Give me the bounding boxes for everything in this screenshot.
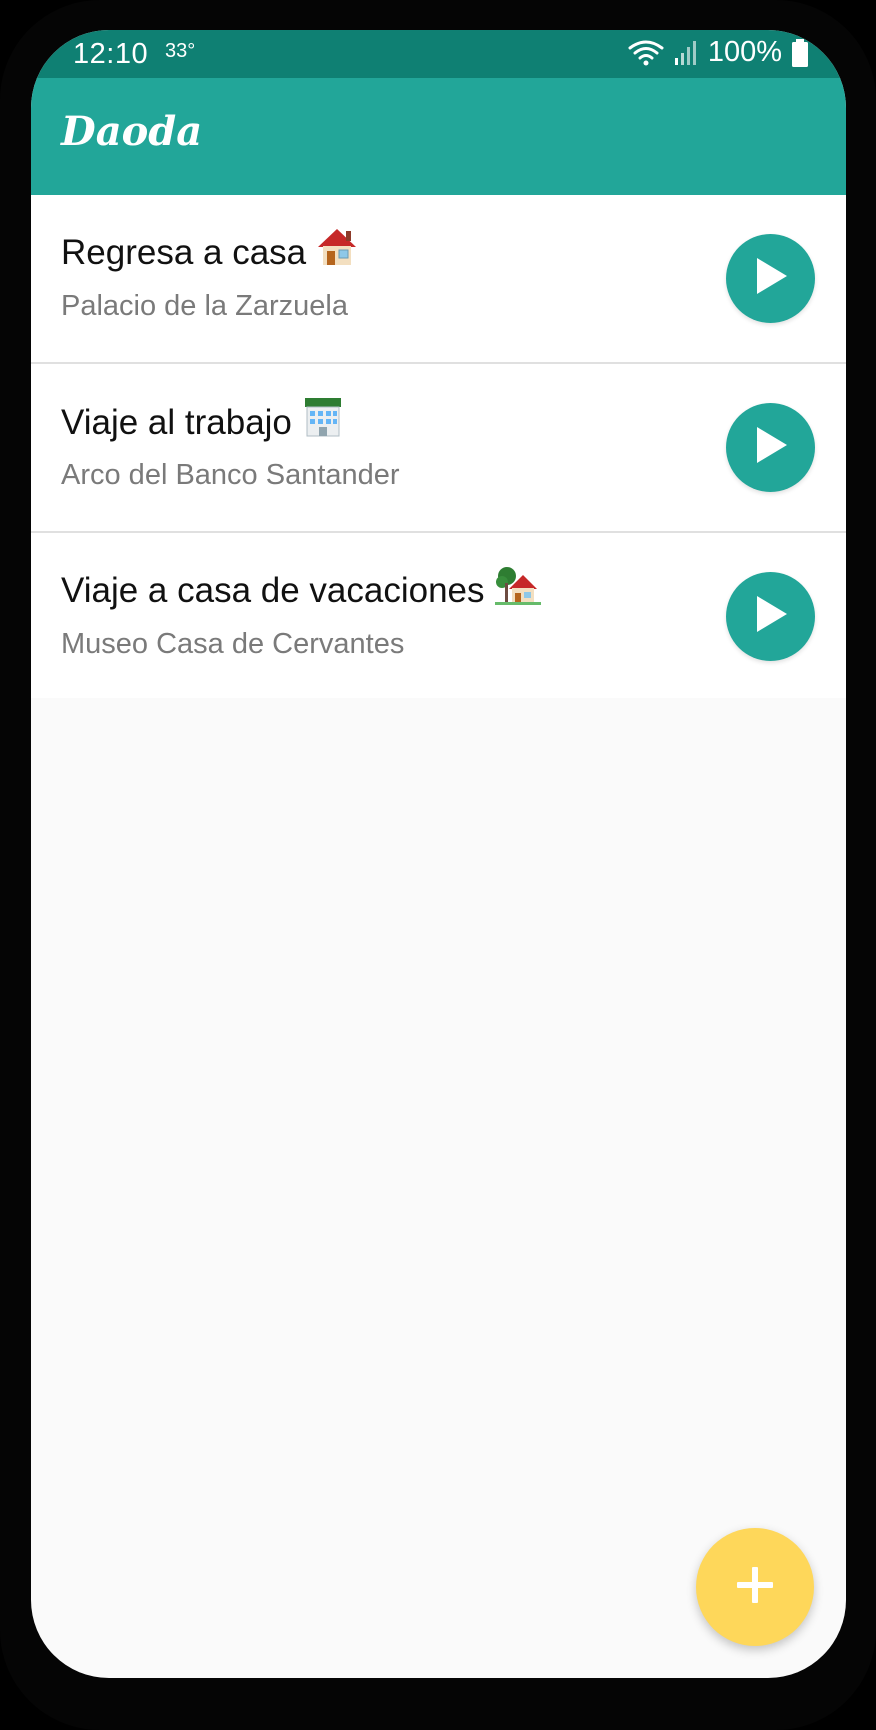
bank-icon [302, 396, 344, 447]
trip-subtitle: Museo Casa de Cervantes [61, 628, 405, 660]
trip-title-row: Regresa a casa [61, 229, 358, 276]
wifi-icon [628, 38, 664, 68]
trip-title: Viaje a casa de vacaciones [61, 571, 485, 610]
app-bar: Daoda [31, 78, 846, 195]
house-icon [316, 227, 358, 276]
list-item[interactable]: Regresa a casa Palacio de la Zarzuela [31, 195, 846, 364]
screen: 12:10 33° 100% Daoda Regresa a casa Pala… [31, 30, 846, 1678]
battery-level: 100% [707, 36, 782, 68]
add-trip-button[interactable] [696, 1528, 814, 1646]
play-icon [753, 594, 789, 639]
trip-title: Regresa a casa [61, 233, 307, 272]
play-button[interactable] [726, 234, 815, 323]
signal-icon [674, 40, 698, 66]
app-title: Daoda [61, 108, 203, 155]
trip-subtitle: Arco del Banco Santander [61, 459, 400, 491]
status-temperature: 33° [165, 40, 196, 62]
status-time: 12:10 [73, 38, 149, 70]
house-with-garden-icon [494, 565, 541, 614]
play-button[interactable] [726, 572, 815, 661]
battery-icon [792, 38, 808, 67]
trip-title-row: Viaje al trabajo [61, 398, 344, 447]
list-item[interactable]: Viaje a casa de vacaciones Museo Casa de… [31, 533, 846, 698]
trip-title-row: Viaje a casa de vacaciones [61, 567, 541, 614]
trip-title: Viaje al trabajo [61, 402, 292, 442]
status-bar: 12:10 33° 100% [31, 30, 846, 78]
play-button[interactable] [726, 403, 815, 492]
trip-list: Regresa a casa Palacio de la Zarzuela Vi… [31, 195, 846, 698]
phone-frame: 12:10 33° 100% Daoda Regresa a casa Pala… [0, 0, 876, 1730]
list-item[interactable]: Viaje al trabajo Arco del Banco Santande… [31, 364, 846, 533]
play-icon [753, 256, 789, 301]
play-icon [753, 425, 789, 470]
trip-subtitle: Palacio de la Zarzuela [61, 290, 348, 322]
plus-icon [735, 1565, 775, 1610]
status-icons: 100% [628, 36, 808, 69]
